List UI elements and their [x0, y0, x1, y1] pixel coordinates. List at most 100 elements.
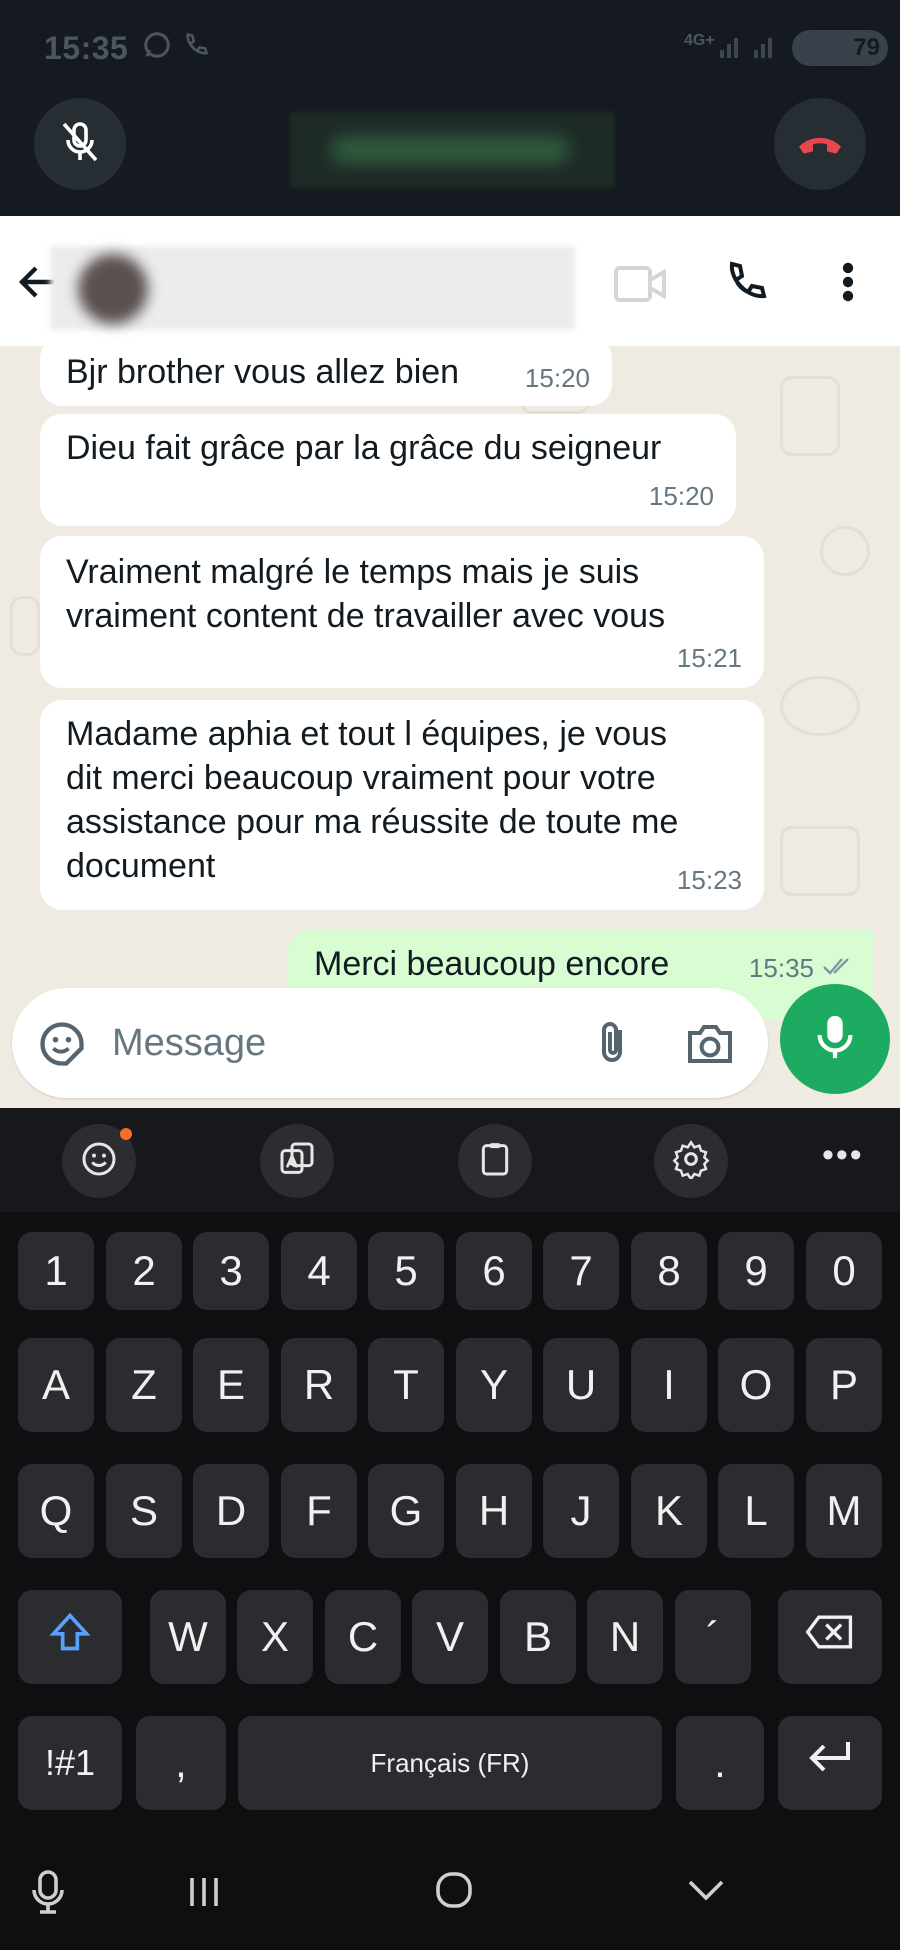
- key-0[interactable]: 0: [806, 1232, 882, 1310]
- home-icon[interactable]: [432, 1868, 476, 1917]
- key-u[interactable]: U: [543, 1338, 619, 1432]
- key-2[interactable]: 2: [106, 1232, 182, 1310]
- recent-apps-icon[interactable]: [184, 1874, 224, 1915]
- key-d[interactable]: D: [193, 1464, 269, 1558]
- message-time: 15:21: [676, 643, 742, 673]
- incoming-message[interactable]: Madame aphia et tout l équipes, je vous …: [40, 700, 764, 910]
- system-navigation-bar: [0, 1836, 900, 1950]
- key-1[interactable]: 1: [18, 1232, 94, 1310]
- translate-button[interactable]: [260, 1124, 334, 1198]
- key-6[interactable]: 6: [456, 1232, 532, 1310]
- comma-key[interactable]: ,: [136, 1716, 226, 1810]
- ongoing-call-banner: 15:35 4G+ 79: [0, 0, 900, 216]
- key-w[interactable]: W: [150, 1590, 226, 1684]
- key-i[interactable]: I: [631, 1338, 707, 1432]
- status-bar: 15:35 4G+ 79: [0, 0, 900, 96]
- key-l[interactable]: L: [718, 1464, 794, 1558]
- message-placeholder: Message: [112, 1022, 267, 1064]
- sticker-icon[interactable]: [36, 1018, 88, 1075]
- key-p[interactable]: P: [806, 1338, 882, 1432]
- key-s[interactable]: S: [106, 1464, 182, 1558]
- key-c[interactable]: C: [325, 1590, 401, 1684]
- voice-input-icon[interactable]: [28, 1868, 68, 1921]
- shift-icon: [48, 1610, 92, 1664]
- microphone-icon: [813, 1012, 857, 1067]
- caller-name-blurred: [290, 112, 615, 188]
- message-line: Vraiment malgré le temps mais je suis: [66, 553, 640, 591]
- phone-icon[interactable]: [722, 258, 770, 311]
- key-e[interactable]: E: [193, 1338, 269, 1432]
- key-b[interactable]: B: [500, 1590, 576, 1684]
- message-line: document: [66, 847, 216, 885]
- enter-key[interactable]: [778, 1716, 882, 1810]
- key-v[interactable]: V: [412, 1590, 488, 1684]
- shift-key[interactable]: [18, 1590, 122, 1684]
- key-h[interactable]: H: [456, 1464, 532, 1558]
- message-time: 15:23: [676, 865, 742, 895]
- message-line: vraiment content de travailler avec vous: [66, 597, 666, 635]
- signal-icon-1: [718, 30, 744, 68]
- call-status-icon: [182, 30, 210, 67]
- keyboard-toolbar: •••: [0, 1108, 900, 1212]
- message-text: Bjr brother vous allez bien: [66, 353, 460, 391]
- key-r[interactable]: R: [281, 1338, 357, 1432]
- key-3[interactable]: 3: [193, 1232, 269, 1310]
- voice-message-button[interactable]: [780, 984, 890, 1094]
- key-z[interactable]: Z: [106, 1338, 182, 1432]
- key-5[interactable]: 5: [368, 1232, 444, 1310]
- status-time: 15:35: [44, 30, 129, 66]
- backspace-key[interactable]: [778, 1590, 882, 1684]
- message-time: 15:20: [648, 481, 714, 511]
- message-line: assistance pour ma réussite de toute me: [66, 803, 679, 841]
- camera-icon[interactable]: [684, 1018, 736, 1073]
- read-receipt-icon: [822, 944, 854, 988]
- symbols-key[interactable]: !#1: [18, 1716, 122, 1810]
- incoming-message[interactable]: Vraiment malgré le temps mais je suis vr…: [40, 536, 764, 688]
- clipboard-button[interactable]: [458, 1124, 532, 1198]
- video-call-icon[interactable]: [612, 262, 668, 311]
- message-line: Madame aphia et tout l équipes, je vous: [66, 715, 668, 753]
- more-options-icon[interactable]: •••: [822, 1136, 864, 1175]
- emoji-icon: [79, 1139, 119, 1184]
- message-input[interactable]: Message: [12, 988, 768, 1098]
- key-7[interactable]: 7: [543, 1232, 619, 1310]
- key-q[interactable]: Q: [18, 1464, 94, 1558]
- key-m[interactable]: M: [806, 1464, 882, 1558]
- key-a[interactable]: A: [18, 1338, 94, 1432]
- key-9[interactable]: 9: [718, 1232, 794, 1310]
- notification-dot: [120, 1128, 132, 1140]
- key-y[interactable]: Y: [456, 1338, 532, 1432]
- translate-icon: [277, 1139, 317, 1184]
- more-vertical-icon[interactable]: [836, 258, 860, 311]
- message-composer: Message: [0, 984, 900, 1108]
- key-8[interactable]: 8: [631, 1232, 707, 1310]
- incoming-message[interactable]: Bjr brother vous allez bien 15:20: [40, 346, 612, 406]
- settings-button[interactable]: [654, 1124, 728, 1198]
- key-acute[interactable]: ´: [675, 1590, 751, 1684]
- chevron-down-icon[interactable]: [686, 1874, 726, 1911]
- emoji-button[interactable]: [62, 1124, 136, 1198]
- mute-call-button[interactable]: [34, 98, 126, 190]
- key-x[interactable]: X: [237, 1590, 313, 1684]
- key-j[interactable]: J: [543, 1464, 619, 1558]
- contact-info-blurred[interactable]: [50, 246, 575, 330]
- key-g[interactable]: G: [368, 1464, 444, 1558]
- signal-icon-2: [752, 30, 778, 68]
- key-f[interactable]: F: [281, 1464, 357, 1558]
- key-k[interactable]: K: [631, 1464, 707, 1558]
- space-key[interactable]: Français (FR): [238, 1716, 662, 1810]
- attach-icon[interactable]: [588, 1018, 636, 1075]
- network-type: 4G+: [684, 32, 715, 49]
- message-line: dit merci beaucoup vraiment pour votre: [66, 759, 656, 797]
- incoming-message[interactable]: Dieu fait grâce par la grâce du seigneur…: [40, 414, 736, 526]
- key-4[interactable]: 4: [281, 1232, 357, 1310]
- end-call-button[interactable]: [774, 98, 866, 190]
- mic-off-icon: [56, 118, 104, 171]
- chat-messages[interactable]: Bjr brother vous allez bien 15:20 Dieu f…: [0, 346, 900, 1108]
- key-n[interactable]: N: [587, 1590, 663, 1684]
- key-o[interactable]: O: [718, 1338, 794, 1432]
- key-t[interactable]: T: [368, 1338, 444, 1432]
- message-time: 15:20: [524, 363, 590, 393]
- end-call-icon: [792, 114, 848, 175]
- period-key[interactable]: .: [676, 1716, 764, 1810]
